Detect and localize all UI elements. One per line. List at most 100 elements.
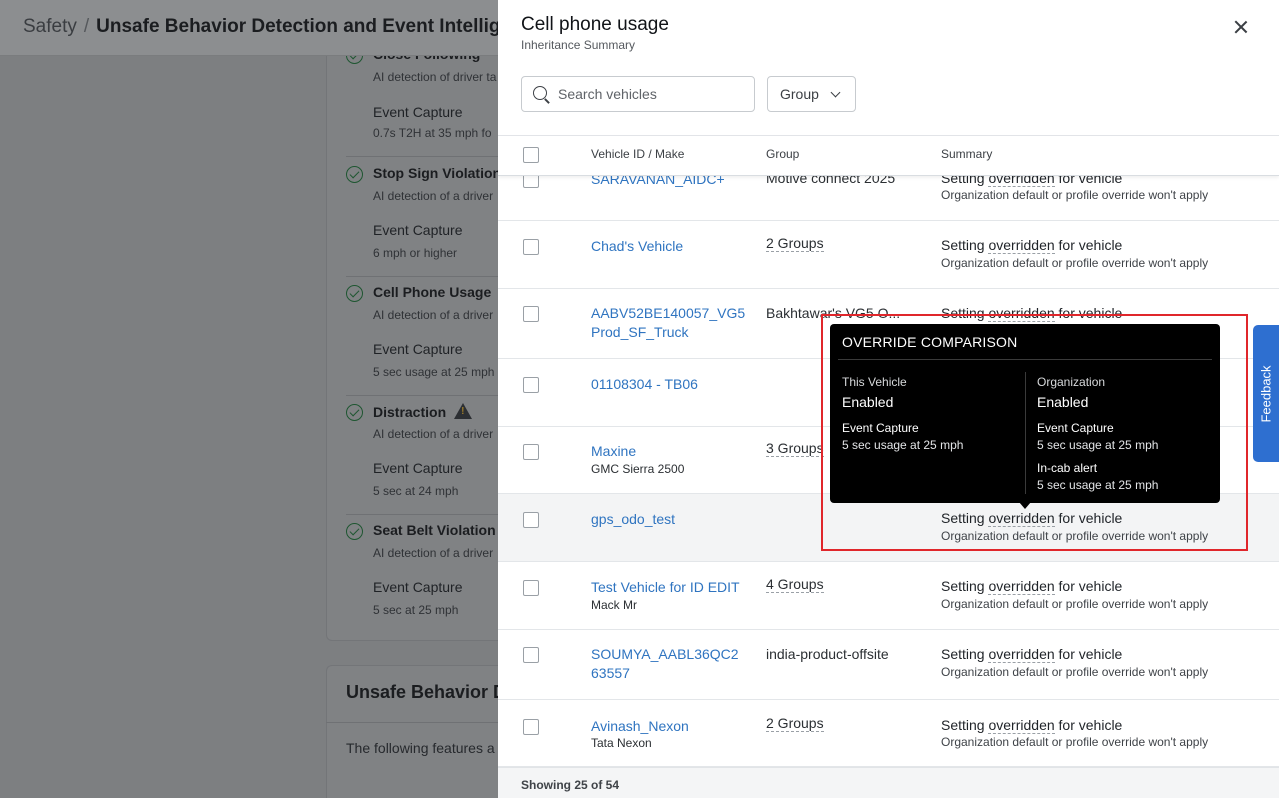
vehicle-link[interactable]: Test Vehicle for ID EDIT [591, 578, 751, 597]
overridden-tooltip-trigger[interactable]: overridden [988, 237, 1055, 254]
column-header-vehicle[interactable]: Vehicle ID / Make [591, 147, 684, 161]
vehicle-link[interactable]: AABV52BE140057_VG5Prod_SF_Truck [591, 304, 746, 342]
event-capture-label: Event Capture [373, 460, 463, 476]
column-header-summary[interactable]: Summary [941, 147, 992, 161]
vehicle-link[interactable]: SOUMYA_AABL36QC263557 [591, 645, 746, 683]
chevron-down-icon [830, 87, 841, 98]
feature-desc: AI detection of a driver [373, 427, 494, 441]
summary-note: Organization default or profile override… [941, 188, 1209, 202]
vehicle-make: Mack Mr [591, 598, 637, 612]
table-row[interactable]: gps_odo_test Setting overridden for vehi… [498, 494, 1279, 562]
overridden-tooltip-trigger[interactable]: overridden [988, 305, 1055, 322]
vehicle-link[interactable]: Avinash_Nexon [591, 717, 751, 736]
state-value: Enabled [842, 394, 894, 410]
section-desc: The following features a [346, 740, 495, 756]
column-label: Organization [1037, 375, 1106, 389]
state-value: Enabled [1037, 394, 1089, 410]
override-comparison-tooltip: OVERRIDE COMPARISON This Vehicle Enabled… [830, 324, 1220, 503]
table-row[interactable]: Test Vehicle for ID EDIT Mack Mr 4 Group… [498, 562, 1279, 630]
vehicle-link[interactable]: Chad's Vehicle [591, 237, 751, 256]
event-capture-label: Event Capture [373, 222, 463, 238]
feature-title: Stop Sign Violation [373, 165, 498, 181]
vehicle-link[interactable]: Maxine [591, 442, 751, 461]
summary-suffix: for vehicle [1054, 237, 1123, 253]
summary-text: Setting overridden for vehicle [941, 237, 1123, 254]
table-row[interactable]: Avinash_Nexon Tata Nexon 2 Groups Settin… [498, 700, 1279, 767]
event-capture-value: 0.7s T2H at 35 mph fo [373, 126, 492, 140]
breadcrumb-separator: / [83, 16, 90, 37]
feature-desc: AI detection of driver ta [373, 70, 497, 84]
drawer-title: Cell phone usage [521, 14, 669, 35]
divider [346, 276, 498, 277]
overridden-tooltip-trigger[interactable]: overridden [988, 510, 1055, 527]
row-checkbox[interactable] [523, 580, 539, 596]
row-checkbox[interactable] [523, 719, 539, 735]
summary-prefix: Setting [941, 305, 989, 321]
summary-note: Organization default or profile override… [941, 735, 1209, 749]
divider [346, 156, 498, 157]
vehicle-link[interactable]: 01108304 - TB06 [591, 375, 751, 394]
overridden-tooltip-trigger[interactable]: overridden [988, 717, 1055, 734]
feature-desc: AI detection of a driver [373, 308, 494, 322]
feedback-label: Feedback [1258, 364, 1274, 423]
breadcrumb: Safety / Unsafe Behavior Detection and Eve… [23, 16, 544, 38]
summary-note: Organization default or profile override… [941, 529, 1209, 543]
vehicle-link[interactable]: gps_odo_test [591, 510, 751, 529]
close-icon[interactable] [1231, 17, 1251, 37]
event-capture-value: 5 sec at 25 mph [373, 603, 459, 617]
row-checkbox[interactable] [523, 647, 539, 663]
event-capture-value: 5 sec at 24 mph [373, 484, 459, 498]
event-capture-label: Event Capture [842, 421, 919, 435]
feature-desc: AI detection of a driver [373, 189, 494, 203]
search-input[interactable] [521, 76, 755, 112]
divider [1025, 372, 1026, 494]
summary-prefix: Setting [941, 578, 989, 594]
check-circle-icon [346, 166, 363, 183]
row-checkbox[interactable] [523, 306, 539, 322]
table-row[interactable]: SOUMYA_AABL36QC263557 india-product-offs… [498, 630, 1279, 700]
summary-note: Organization default or profile override… [941, 597, 1209, 611]
feedback-tab[interactable]: Feedback [1253, 325, 1279, 462]
feature-title-text: Distraction [373, 404, 447, 420]
summary-prefix: Setting [941, 717, 989, 733]
column-header-group[interactable]: Group [766, 147, 799, 161]
search-field[interactable] [558, 82, 748, 106]
event-capture-label: Event Capture [1037, 421, 1114, 435]
feature-title: Cell Phone Usage [373, 284, 492, 300]
summary-text: Setting overridden for vehicle [941, 646, 1122, 663]
group-value[interactable]: 2 Groups [766, 235, 824, 252]
divider [346, 514, 498, 515]
feature-title: Distraction [373, 403, 473, 420]
this-vehicle-column: This Vehicle Enabled Event Capture 5 sec… [842, 375, 963, 452]
summary-text: Setting overridden for vehicle [941, 717, 1122, 734]
in-cab-alert-label: In-cab alert [1037, 461, 1098, 475]
group-value[interactable]: 2 Groups [766, 715, 824, 732]
vehicle-make: Tata Nexon [591, 736, 652, 750]
group-value[interactable]: 4 Groups [766, 576, 824, 593]
event-capture-value: 5 sec usage at 25 mph [842, 438, 964, 452]
warning-icon [454, 403, 473, 419]
row-checkbox[interactable] [523, 239, 539, 255]
group-value: Bakhtawar's VG5 O... [766, 305, 901, 321]
row-checkbox[interactable] [523, 444, 539, 460]
group-value[interactable]: 3 Groups [766, 440, 824, 457]
overridden-tooltip-trigger[interactable]: overridden [988, 578, 1055, 595]
table-row[interactable]: Chad's Vehicle 2 Groups Setting overridd… [498, 221, 1279, 289]
summary-suffix: for vehicle [1054, 578, 1123, 594]
breadcrumb-current: Unsafe Behavior Detection and Event Inte… [96, 16, 544, 37]
select-all-checkbox[interactable] [523, 147, 539, 163]
summary-text: Setting overridden for vehicle [941, 510, 1122, 527]
search-icon [533, 86, 547, 100]
column-label: This Vehicle [842, 375, 907, 389]
breadcrumb-parent[interactable]: Safety [23, 16, 77, 37]
row-checkbox[interactable] [523, 377, 539, 393]
tooltip-heading: OVERRIDE COMPARISON [842, 334, 1018, 350]
overridden-tooltip-trigger[interactable]: overridden [988, 646, 1055, 663]
row-checkbox[interactable] [523, 512, 539, 528]
group-filter-dropdown[interactable]: Group [767, 76, 856, 112]
divider [346, 395, 498, 396]
summary-text: Setting overridden for vehicle [941, 305, 1122, 322]
feature-desc: AI detection of a driver [373, 546, 494, 560]
check-circle-icon [346, 404, 363, 421]
event-capture-value: 6 mph or higher [373, 246, 458, 260]
